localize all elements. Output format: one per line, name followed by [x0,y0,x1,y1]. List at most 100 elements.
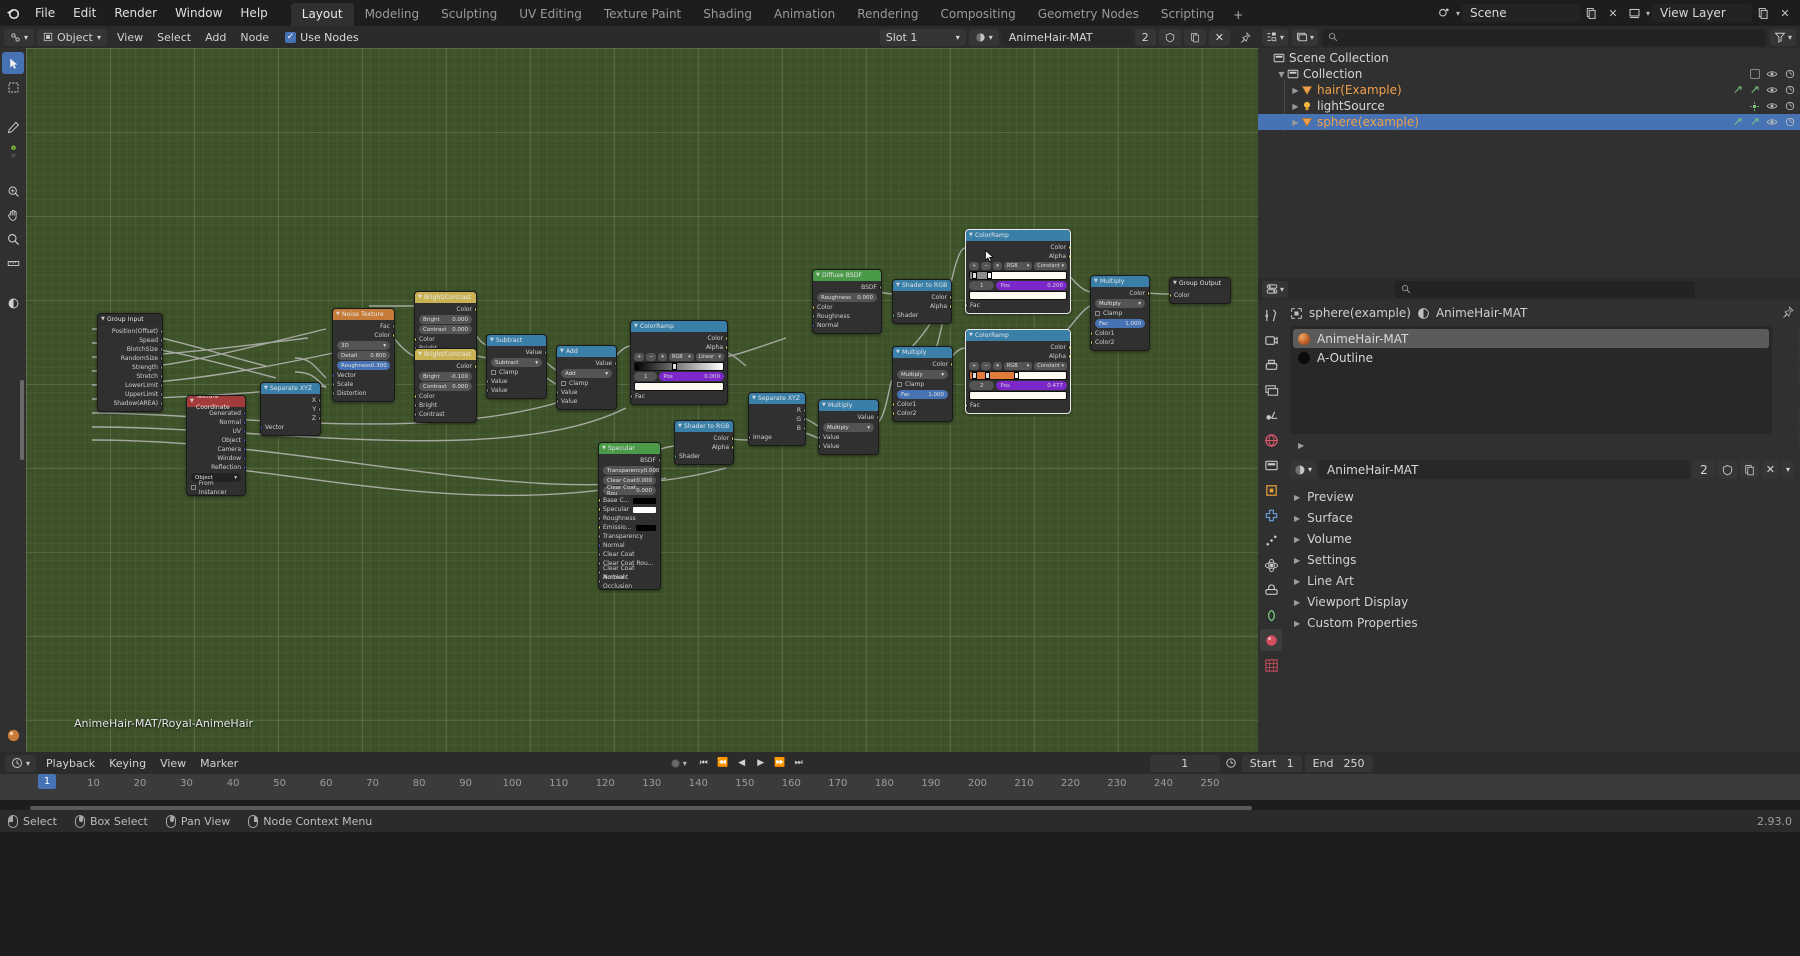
timeline-menu-keying[interactable]: Keying [102,755,153,772]
ramp-add-button[interactable]: + [969,362,980,370]
modifier-icon[interactable] [1749,85,1760,96]
node-output-color[interactable]: Color [966,243,1070,252]
node-input-vector[interactable]: Vector [333,371,394,380]
panel-surface[interactable]: ▶ Surface [1290,508,1794,528]
node-output-z[interactable]: Z [261,414,320,423]
node-input-value[interactable]: Value [487,377,546,386]
node-noisetex[interactable]: ▼ Noise Texture Fac Color 3D ▾ Detail 0.800 Roug… [332,308,395,402]
timeline-menu-view[interactable]: View [153,755,193,772]
socket-icon[interactable] [893,313,895,318]
node-input-fac[interactable]: Fac [631,392,727,401]
node-input-color[interactable]: Color [415,335,476,344]
socket-icon[interactable] [599,579,601,584]
ramp-position-field[interactable]: Pos 0.000 [659,372,724,381]
panel-volume[interactable]: ▶ Volume [1290,529,1794,549]
socket-icon[interactable] [893,411,895,416]
outliner-search-input[interactable] [1322,28,1766,46]
workspace-tab-texture-paint[interactable]: Texture Paint [593,3,692,26]
socket-icon[interactable] [1147,291,1149,296]
socket-icon[interactable] [1068,345,1070,350]
node-output-color[interactable]: Color [893,293,951,302]
render-preview-icon[interactable] [2,724,24,746]
socket-icon[interactable] [243,456,245,461]
node-input-specular[interactable]: Specular [599,505,660,514]
outliner-row-sphere-example-[interactable]: ▶ sphere(example) [1258,114,1800,130]
socket-icon[interactable] [813,323,815,328]
socket-icon[interactable] [160,401,162,406]
ramp-add-button[interactable]: + [634,353,645,361]
timeline-editor-type-button[interactable]: ▾ [5,754,37,772]
node-output-color[interactable]: Color [966,343,1070,352]
checkbox-icon[interactable] [561,381,566,386]
eye-icon[interactable] [1766,100,1778,112]
socket-icon[interactable] [966,403,968,408]
node-input-fac[interactable]: Fac [966,401,1070,410]
socket-icon[interactable] [949,295,951,300]
node-output-lowerlimit[interactable]: LowerLimit [98,381,162,390]
socket-icon[interactable] [803,408,805,413]
camera-icon[interactable] [1784,84,1796,96]
socket-icon[interactable] [243,465,245,470]
node-input-transparency[interactable]: Transparency [599,532,660,541]
node-input-shader[interactable]: Shader [893,311,951,320]
viewlayer-name-field[interactable]: View Layer [1652,4,1752,22]
socket-icon[interactable] [160,365,162,370]
ramp-stop-2[interactable] [1014,372,1020,379]
socket-icon[interactable] [392,324,394,329]
node-colorramp3[interactable]: ▼ ColorRamp Color Alpha + − ▾ RGB ▾ Constant ▾ 2 Pos… [965,329,1071,414]
node-collapse-icon[interactable]: ▼ [969,230,973,241]
properties-tab-collection[interactable] [1260,454,1282,476]
socket-icon[interactable] [415,412,417,417]
socket-icon[interactable] [725,336,727,341]
node-addmath[interactable]: ▼ Add Value Add ▾ Clamp Value Value [556,345,617,410]
outliner-display-mode-button[interactable]: ▾ [1292,28,1319,46]
socket-icon[interactable] [415,337,417,342]
node-output-value[interactable]: Value [819,413,878,422]
panel-expander-icon[interactable]: ▶ [1294,556,1300,565]
blender-logo-icon[interactable] [0,0,26,26]
camera-icon[interactable] [1784,68,1796,80]
node-value-field[interactable]: Detail 0.800 [337,351,390,360]
node-collapse-icon[interactable]: ▼ [560,346,564,357]
ramp-stop-1[interactable] [985,372,991,379]
node-collapse-icon[interactable]: ▼ [190,396,194,407]
panel-line-art[interactable]: ▶ Line Art [1290,571,1794,591]
eye-icon[interactable] [1766,84,1778,96]
node-input-color[interactable]: Color [813,303,881,312]
new-material-button-props[interactable] [1739,460,1759,479]
node-collapse-icon[interactable]: ▼ [969,330,973,341]
socket-icon[interactable] [160,383,162,388]
outliner-filter-button[interactable]: ▾ [1769,28,1796,46]
outliner-row-collection[interactable]: ▼ Collection [1258,66,1800,82]
node-input-emissio-[interactable]: Emissio... [599,523,660,532]
node-collapse-icon[interactable]: ▼ [822,400,826,411]
node-header-addmath[interactable]: ▼ Add [557,346,616,357]
socket-icon[interactable] [487,379,489,384]
ramp-menu-button[interactable]: ▾ [658,353,667,361]
unlink-material-button[interactable]: ✕ [1208,28,1230,46]
socket-icon[interactable] [318,407,320,412]
ramp-stop-index[interactable]: 1 [634,372,658,381]
panel-expander-icon[interactable]: ▶ [1294,598,1300,607]
socket-icon[interactable] [557,390,559,395]
eye-icon[interactable] [1766,68,1778,80]
socket-icon[interactable] [160,329,162,334]
play-reverse-icon[interactable]: ◀ [734,755,750,772]
properties-tab-scene[interactable] [1260,404,1282,426]
node-input-color[interactable]: Color [1170,291,1230,300]
use-nodes-checkbox[interactable]: ✓ Use Nodes [279,31,365,44]
node-output-r[interactable]: R [749,406,805,415]
node-collapse-icon[interactable]: ▼ [101,314,105,325]
scene-name-field[interactable]: Scene [1461,4,1580,22]
socket-icon[interactable] [261,425,263,430]
node-menu-view[interactable]: View [110,29,150,46]
node-collapse-icon[interactable]: ▼ [896,280,900,291]
ramp-stop-index[interactable]: 2 [969,381,995,390]
socket-icon[interactable] [599,516,601,521]
node-output-b[interactable]: B [749,424,805,433]
node-value-field[interactable]: Fac 1.000 [897,390,948,399]
node-multiply2[interactable]: ▼ Multiply Color Multiply ▾ Clamp Fac 1.000 Colo… [892,346,953,422]
shader-type-selector[interactable]: Object ▾ [37,28,108,46]
workspace-tab-compositing[interactable]: Compositing [929,3,1026,26]
jump-to-start-icon[interactable]: ⏮ [696,755,712,772]
